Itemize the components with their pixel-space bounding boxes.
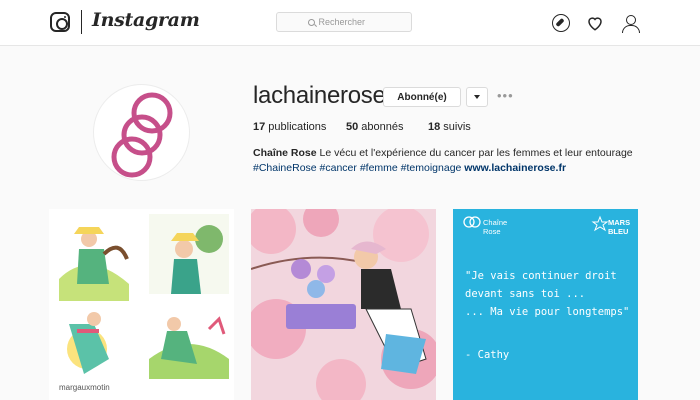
stat-count: 17 [253,121,266,133]
brand-line: Chaîne [483,218,508,227]
profile-user-icon[interactable] [621,14,640,33]
post-username: margauxmotin [59,383,110,392]
stat-following[interactable]: 18 suivis [428,121,471,133]
post-tile[interactable] [251,209,436,400]
suggestions-dropdown-button[interactable] [466,87,488,107]
search-input[interactable] [318,17,381,27]
stat-label: suivis [440,121,471,133]
following-button[interactable]: Abonné(e) [383,87,461,107]
stat-count: 18 [428,121,441,133]
bio-text: Le vécu et l'expérience du cancer par le… [316,147,633,159]
post-quote-author: - Cathy [465,349,510,361]
stat-followers[interactable]: 50 abonnés [346,121,404,133]
top-bar: Instagram [0,0,700,46]
instagram-wordmark[interactable]: Instagram [92,9,200,31]
chain-logo-icon [111,92,173,178]
more-options-icon[interactable]: ••• [497,88,514,103]
profile-avatar[interactable] [93,84,190,181]
explore-compass-icon[interactable] [552,14,570,32]
activity-heart-icon[interactable] [586,14,604,32]
illustration-comic-image [49,209,234,400]
mars-bleu-brand: MARS BLEU [608,218,630,236]
instagram-camera-icon[interactable] [50,12,70,32]
bio-website-link[interactable]: www.lachainerose.fr [464,162,566,174]
post-tile[interactable]: Chaîne Rose MARS BLEU "Je vais continuer… [453,209,638,400]
profile-bio: Chaîne Rose Le vécu et l'expérience du c… [253,146,673,176]
profile-username: lachainerose [253,82,386,109]
caret-down-icon [474,95,480,99]
stat-label: abonnés [358,121,404,133]
logo-divider [81,10,82,34]
bio-hashtags[interactable]: #ChaineRose #cancer #femme #temoignage [253,162,464,174]
stat-count: 50 [346,121,359,133]
mars-line: MARS [608,218,631,227]
brand-line: Rose [483,227,501,236]
search-box[interactable] [276,12,412,32]
chaine-rose-brand: Chaîne Rose [483,218,507,236]
stat-label: publications [265,121,327,133]
mars-line: BLEU [608,227,629,236]
bio-name: Chaîne Rose [253,147,317,159]
post-quote-text: "Je vais continuer droit devant sans toi… [465,270,630,318]
illustration-blossom-image [251,209,436,400]
stat-posts: 17 publications [253,121,326,133]
post-tile[interactable]: margauxmotin [49,209,234,400]
search-icon [307,18,315,26]
